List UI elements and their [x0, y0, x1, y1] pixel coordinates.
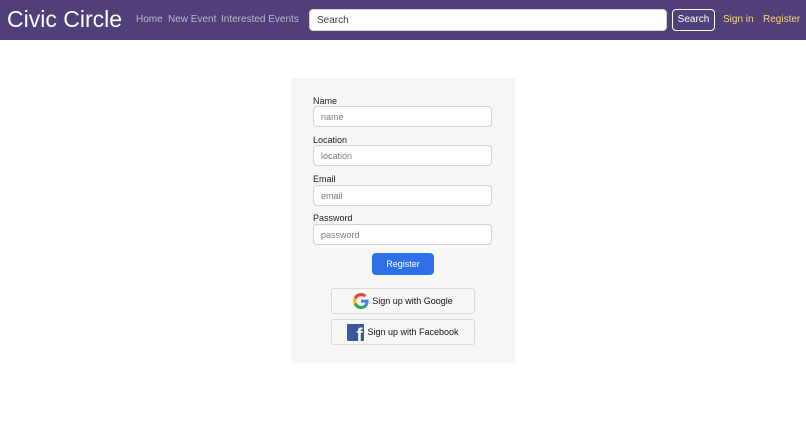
- password-label: Password: [313, 213, 353, 223]
- facebook-signup-button[interactable]: f Sign up with Facebook: [331, 319, 475, 345]
- nav-link-interested-events[interactable]: Interested Events: [221, 13, 299, 27]
- nav-link-new-event[interactable]: New Event: [168, 13, 216, 27]
- google-signup-label: Sign up with Google: [372, 296, 453, 306]
- sign-in-link[interactable]: Sign in: [723, 13, 754, 27]
- search-input[interactable]: [309, 9, 667, 31]
- register-button[interactable]: Register: [372, 253, 434, 275]
- email-field[interactable]: [313, 185, 492, 206]
- google-signup-button[interactable]: Sign up with Google: [331, 288, 475, 314]
- register-link[interactable]: Register: [763, 13, 800, 27]
- location-field[interactable]: [313, 145, 492, 166]
- name-field[interactable]: [313, 106, 492, 127]
- search-button[interactable]: Search: [672, 9, 715, 31]
- email-label: Email: [313, 174, 336, 184]
- top-navbar: Civic Circle Home New Event Interested E…: [0, 0, 806, 40]
- brand-logo-text[interactable]: Civic Circle: [7, 5, 122, 33]
- nav-link-home[interactable]: Home: [136, 13, 163, 27]
- google-g-icon: [353, 293, 369, 309]
- registration-form: Name Location Email Password Register Si…: [291, 78, 515, 363]
- facebook-signup-label: Sign up with Facebook: [367, 327, 459, 337]
- password-field[interactable]: [313, 224, 492, 245]
- facebook-f-icon: f: [347, 323, 365, 341]
